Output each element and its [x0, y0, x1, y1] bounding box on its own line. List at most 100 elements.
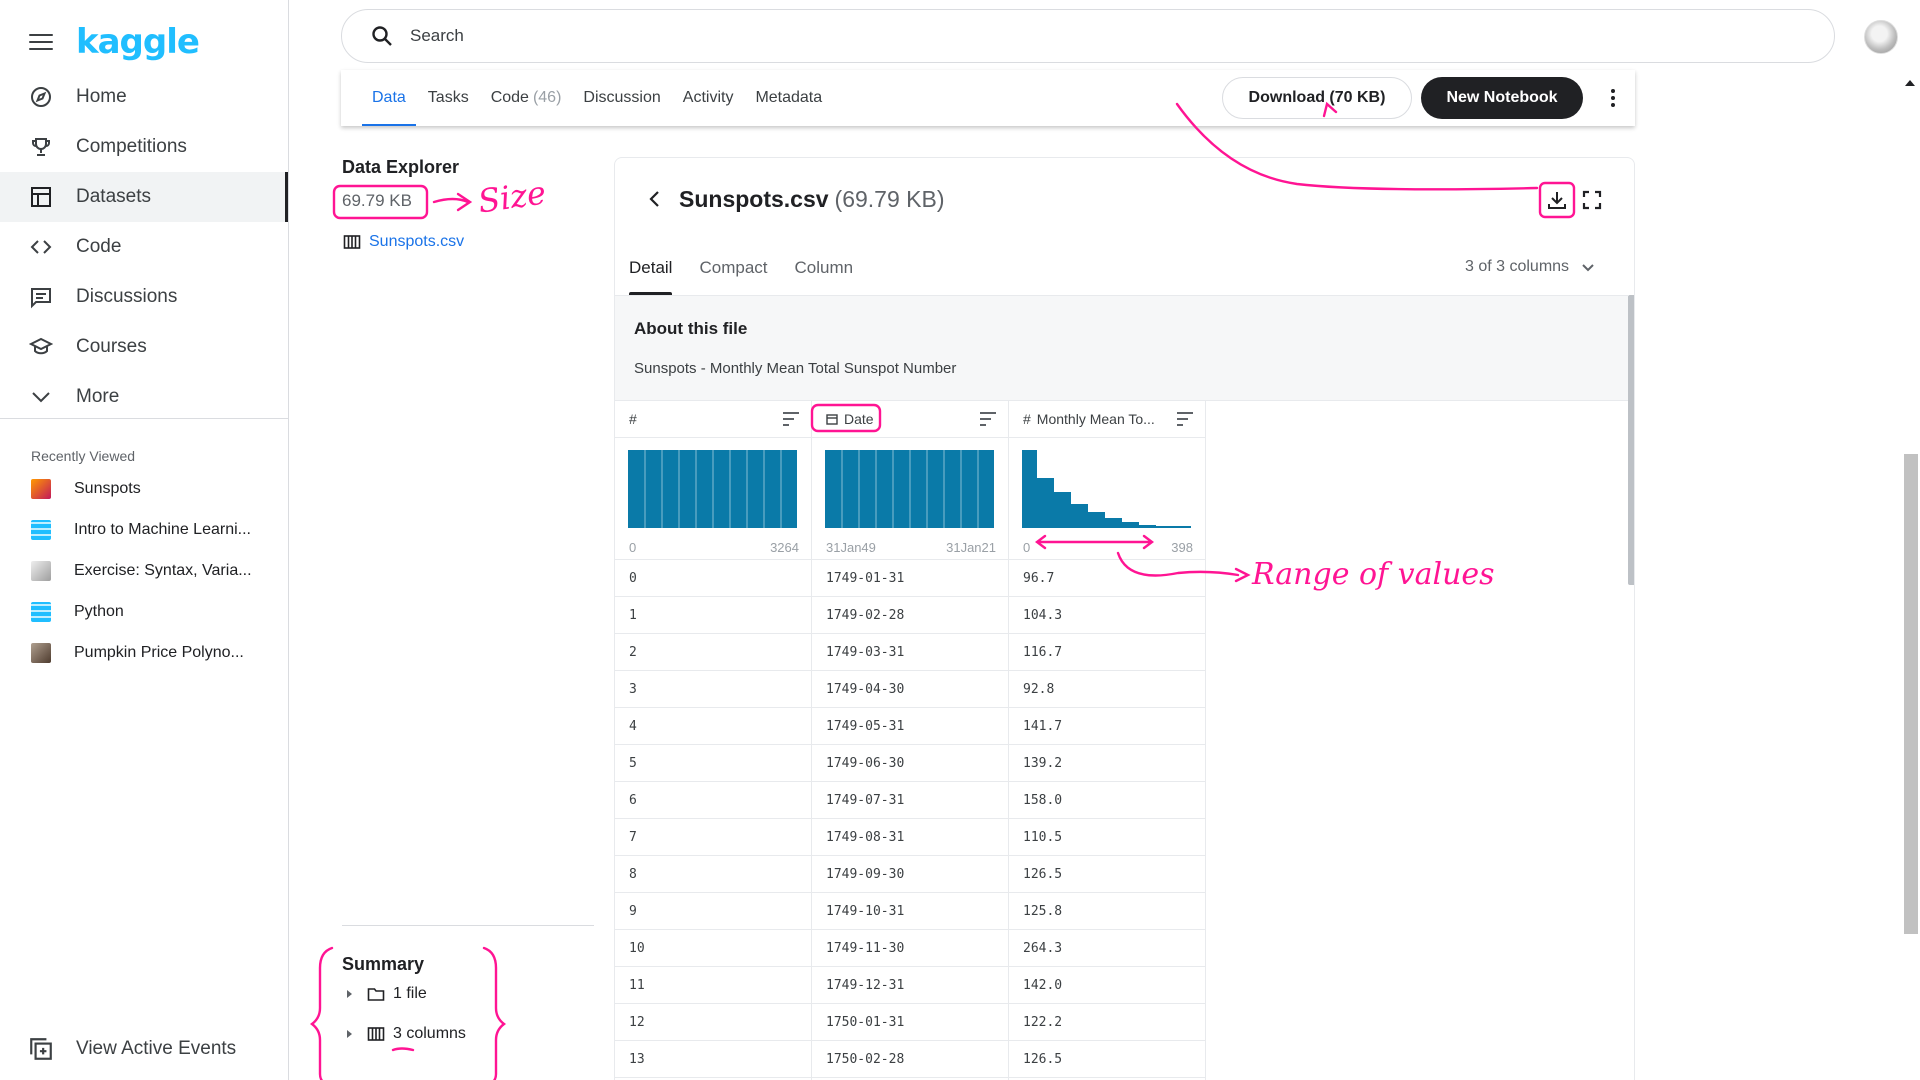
column-header[interactable]: #: [615, 401, 811, 438]
histogram-chart: [628, 450, 797, 528]
table-cell: 139.2: [1009, 745, 1205, 782]
range-annotation: Range of values: [1252, 557, 1495, 592]
notebook-thumbnail: [31, 519, 51, 540]
size-arrow: [432, 192, 473, 212]
table-cell: 11: [615, 967, 811, 1004]
table-cell: 125.8: [1009, 893, 1205, 930]
sidebar-item-discussions[interactable]: Discussions: [0, 272, 288, 322]
recent-item-label: Intro to Machine Learni...: [74, 520, 251, 538]
expand-icon: [347, 1030, 352, 1038]
sidebar-item-datasets[interactable]: Datasets: [0, 172, 288, 222]
histogram-bars: [1022, 450, 1191, 528]
column-name: Date: [844, 411, 874, 427]
avatar[interactable]: [1864, 20, 1898, 54]
view-active-events-link[interactable]: View Active Events: [28, 1036, 236, 1062]
histogram-min: 0: [1023, 540, 1031, 555]
scroll-up-icon[interactable]: [1905, 80, 1915, 86]
tab-metadata[interactable]: Metadata: [755, 70, 822, 126]
search-input[interactable]: [410, 26, 1010, 46]
table-cell: 13: [615, 1041, 811, 1078]
tab-compact[interactable]: Compact: [699, 258, 767, 295]
table-cell: 1750-02-28: [812, 1041, 1008, 1078]
data-explorer-size: 69.79 KB: [342, 191, 412, 210]
fullscreen-icon[interactable]: [1582, 190, 1602, 210]
sidebar-item-more[interactable]: More: [0, 372, 288, 422]
grid-column-date: Date 31Jan49 31Jan21 1749-01-31 1749-02-2…: [812, 401, 1009, 1080]
table-icon: [28, 184, 54, 210]
table-cell: 2: [615, 634, 811, 671]
table-cell: 126.5: [1009, 1041, 1205, 1078]
columns-selector[interactable]: 3 of 3 columns: [1465, 258, 1597, 276]
columns-underline: [391, 1047, 415, 1052]
more-options-icon[interactable]: [1601, 86, 1625, 110]
recent-item[interactable]: Sunspots: [31, 468, 252, 509]
table-cell: 1749-12-31: [812, 967, 1008, 1004]
summary-files-row[interactable]: 1 file: [347, 985, 427, 1003]
table-cell: 110.5: [1009, 819, 1205, 856]
kaggle-logo[interactable]: kaggle: [76, 22, 200, 62]
preview-scrollbar[interactable]: [1628, 295, 1634, 585]
recent-item[interactable]: Intro to Machine Learni...: [31, 509, 252, 550]
table-cell: 92.8: [1009, 671, 1205, 708]
sidebar-item-competitions[interactable]: Competitions: [0, 122, 288, 172]
file-title: Sunspots.csv (69.79 KB): [679, 186, 945, 213]
window-scrollbar[interactable]: [1901, 70, 1920, 1080]
grid-column-monthly-mean: # Monthly Mean To... 0 398 96.7 104.3 11…: [1009, 401, 1206, 1080]
column-cells: 96.7 104.3 116.7 92.8 141.7 139.2 158.0 110.5 12…: [1009, 560, 1205, 1078]
tab-activity[interactable]: Activity: [683, 70, 734, 126]
tab-label: Data: [372, 89, 406, 106]
about-text: Sunspots - Monthly Mean Total Sunspot Nu…: [634, 360, 957, 377]
dataset-thumbnail: [31, 478, 51, 499]
tab-count: (46): [532, 89, 562, 106]
view-mode-tabs: Detail Compact Column: [629, 258, 880, 295]
new-notebook-button[interactable]: New Notebook: [1421, 77, 1583, 119]
recent-item-label: Sunspots: [74, 479, 141, 497]
table-cell: 1749-07-31: [812, 782, 1008, 819]
column-header[interactable]: # Monthly Mean To...: [1009, 401, 1205, 438]
recent-item[interactable]: Pumpkin Price Polyno...: [31, 632, 252, 673]
table-cell: 96.7: [1009, 560, 1205, 597]
sort-icon[interactable]: [980, 412, 996, 426]
recent-item[interactable]: Exercise: Syntax, Varia...: [31, 550, 252, 591]
tab-data[interactable]: Data: [362, 70, 416, 126]
menu-icon[interactable]: [28, 32, 54, 52]
scrollbar-thumb[interactable]: [1904, 454, 1918, 934]
sidebar-divider: [0, 418, 288, 419]
notebook-thumbnail: [31, 642, 51, 663]
table-cell: 104.3: [1009, 597, 1205, 634]
recent-item-label: Exercise: Syntax, Varia...: [74, 561, 252, 579]
sidebar-item-label: More: [76, 386, 120, 407]
about-title: About this file: [634, 319, 748, 338]
events-icon: [30, 1038, 52, 1060]
tab-discussion[interactable]: Discussion: [583, 70, 660, 126]
summary-columns-row[interactable]: 3 columns: [347, 1025, 466, 1043]
recent-item[interactable]: Python: [31, 591, 252, 632]
download-button[interactable]: Download (70 KB): [1222, 77, 1412, 119]
column-header[interactable]: Date: [812, 401, 1008, 438]
tab-detail[interactable]: Detail: [629, 258, 673, 295]
sidebar-item-home[interactable]: Home: [0, 72, 288, 122]
tab-label: Activity: [682, 89, 734, 106]
sidebar-item-courses[interactable]: Courses: [0, 322, 288, 372]
explorer-file-name: Sunspots.csv: [369, 233, 465, 250]
histogram-chart: [825, 450, 994, 528]
column-histogram: 0 3264: [615, 438, 811, 560]
sort-icon[interactable]: [783, 412, 799, 426]
back-arrow-icon[interactable]: [645, 189, 665, 209]
summary-files-label: 1 file: [393, 985, 427, 1002]
columns-icon: [367, 1027, 385, 1041]
sidebar-item-label: Home: [76, 86, 127, 107]
tab-column[interactable]: Column: [795, 258, 854, 295]
table-cell: 1750-01-31: [812, 1004, 1008, 1041]
explorer-file-link[interactable]: Sunspots.csv: [343, 233, 464, 251]
tab-tasks[interactable]: Tasks: [428, 70, 469, 126]
download-icon[interactable]: [1545, 188, 1569, 212]
sidebar-item-label: Discussions: [76, 286, 178, 307]
table-cell: 8: [615, 856, 811, 893]
tab-code[interactable]: Code (46): [491, 70, 562, 126]
sidebar-item-code[interactable]: Code: [0, 222, 288, 272]
sort-icon[interactable]: [1177, 412, 1193, 426]
tab-label: Discussion: [583, 89, 661, 106]
summary-title: Summary: [342, 954, 425, 974]
search-bar[interactable]: [341, 9, 1835, 63]
